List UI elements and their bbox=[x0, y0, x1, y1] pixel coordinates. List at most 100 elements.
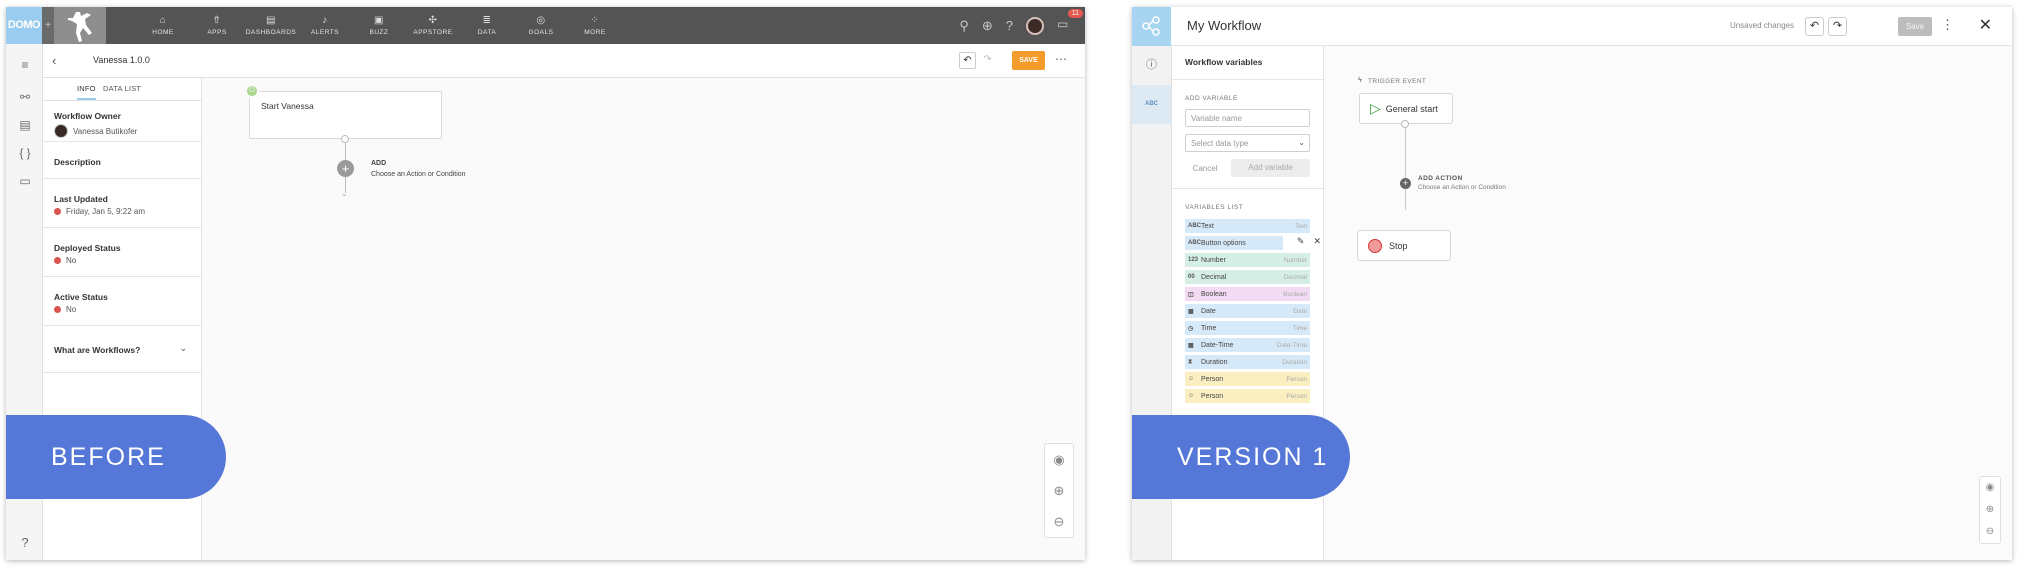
general-start-label: General start bbox=[1385, 103, 1438, 114]
page-title: My Workflow bbox=[1187, 18, 1262, 33]
variable-type-icon: ABC bbox=[1188, 223, 1201, 229]
variable-actions: ✎ ✕ bbox=[1297, 236, 1321, 247]
zoom-in-icon[interactable]: ⊕ bbox=[1980, 499, 2000, 521]
start-node[interactable]: Start Vanessa bbox=[249, 91, 442, 139]
zoom-out-icon[interactable]: ⊖ bbox=[1980, 521, 2000, 543]
nav-apps[interactable]: ⇮ APPS bbox=[190, 7, 244, 44]
add-heading: ADD bbox=[371, 160, 387, 167]
zoom-out-icon[interactable]: ⊖ bbox=[1045, 506, 1073, 537]
hamburger-menu-icon[interactable]: ≡ bbox=[17, 58, 33, 72]
save-button[interactable]: Save bbox=[1898, 17, 1932, 36]
deployed-section: Deployed Status No bbox=[43, 228, 201, 277]
variable-item[interactable]: 00 Decimal Decimal bbox=[1185, 270, 1310, 284]
workflow-icon[interactable]: ⚯ bbox=[17, 90, 33, 104]
notification-badge: 11 bbox=[1067, 8, 1083, 18]
cancel-button[interactable]: Cancel bbox=[1185, 164, 1225, 173]
canvas-controls: ◉ ⊕ ⊖ bbox=[1979, 476, 2001, 544]
delete-x-icon[interactable]: ✕ bbox=[1313, 236, 1321, 247]
search-icon[interactable]: ⚲ bbox=[959, 18, 969, 34]
main-nav: ⌂ HOME ⇮ APPS ▤ DASHBOARDS ♪ ALERTS ▣ BUZZ ✣ A… bbox=[136, 7, 622, 44]
stop-node[interactable]: Stop bbox=[1357, 230, 1451, 261]
undo-button[interactable]: ↶ bbox=[1805, 17, 1824, 36]
variable-name: Button options bbox=[1201, 239, 1246, 247]
nav-dashboards[interactable]: ▤ DASHBOARDS bbox=[244, 7, 298, 44]
info-icon[interactable]: ⓘ bbox=[1132, 46, 1171, 85]
nav-goals[interactable]: ◎ GOALS bbox=[514, 7, 568, 44]
active-row: No bbox=[54, 305, 190, 314]
edit-pencil-icon[interactable]: ✎ bbox=[1297, 236, 1305, 247]
undo-button[interactable]: ↶ bbox=[959, 52, 976, 69]
variable-type: Number bbox=[1283, 256, 1307, 264]
back-arrow-icon[interactable]: ‹ bbox=[52, 53, 56, 68]
nav-appstore[interactable]: ✣ APPSTORE bbox=[406, 7, 460, 44]
variable-item[interactable]: ABC Button options ✎ ✕ bbox=[1185, 236, 1321, 250]
help-circle-icon[interactable]: ? bbox=[1006, 18, 1013, 33]
trigger-event-label: TRIGGER EVENT bbox=[1368, 78, 1427, 85]
appstore-icon: ✣ bbox=[428, 15, 438, 26]
variable-type-icon: ◷ bbox=[1188, 325, 1194, 332]
variable-name: Date bbox=[1201, 307, 1216, 315]
connector-dot bbox=[341, 135, 349, 143]
save-button[interactable]: SAVE bbox=[1012, 51, 1045, 70]
variable-item[interactable]: ☺ Person Person bbox=[1185, 389, 1310, 403]
notifications-icon[interactable]: ▭ 11 bbox=[1057, 8, 1083, 35]
variable-type: Person bbox=[1286, 392, 1307, 400]
data-type-select[interactable]: Select data type ⌄ bbox=[1185, 134, 1310, 152]
stop-icon bbox=[1368, 238, 1382, 253]
domo-logo[interactable]: DOMO bbox=[6, 7, 42, 44]
inbox-icon[interactable]: ▭ bbox=[17, 174, 33, 188]
variable-type-icon: ▦ bbox=[1188, 308, 1194, 315]
variable-item[interactable]: ⧗ Duration Duration bbox=[1185, 355, 1310, 369]
variable-type-icon: 123 bbox=[1188, 257, 1199, 263]
user-avatar[interactable] bbox=[1026, 16, 1044, 35]
variable-item[interactable]: ▦ Date Date bbox=[1185, 304, 1310, 318]
last-updated-value: Friday, Jan 5, 9:22 am bbox=[66, 207, 145, 216]
nav-alerts[interactable]: ♪ ALERTS bbox=[298, 7, 352, 44]
variable-name: Decimal bbox=[1201, 273, 1227, 281]
variable-item[interactable]: ▦ Date-Time Date-Time bbox=[1185, 338, 1310, 352]
add-step-icon[interactable]: + bbox=[337, 160, 354, 177]
data-type-placeholder: Select data type bbox=[1191, 139, 1249, 148]
variable-item[interactable]: 123 Number Number bbox=[1185, 253, 1310, 267]
add-circle-icon[interactable]: ⊕ bbox=[982, 18, 993, 34]
nav-label: APPS bbox=[207, 29, 227, 36]
eye-icon[interactable]: ◉ bbox=[1980, 477, 2000, 499]
zoom-in-icon[interactable]: ⊕ bbox=[1045, 475, 1073, 506]
dashboard-icon: ▤ bbox=[266, 15, 276, 26]
close-icon[interactable]: ✕ bbox=[1979, 15, 1992, 35]
help-icon[interactable]: ? bbox=[16, 535, 34, 553]
list-icon[interactable]: ▤ bbox=[17, 118, 33, 132]
what-are-workflows-accordion[interactable]: What are Workflows? ⌄ bbox=[43, 326, 201, 373]
nav-buzz[interactable]: ▣ BUZZ bbox=[352, 7, 406, 44]
variable-item[interactable]: ☺ Person Person bbox=[1185, 372, 1310, 386]
nav-more[interactable]: ⁘ MORE bbox=[568, 7, 622, 44]
tab-info[interactable]: INFO bbox=[77, 84, 96, 100]
add-variable-button[interactable]: Add variable bbox=[1231, 159, 1310, 177]
workflow-canvas: Start Vanessa ⏻ + ⌄ ADD Choose an Action… bbox=[202, 78, 1085, 560]
plus-icon[interactable]: + bbox=[42, 7, 54, 44]
chat-icon: ▣ bbox=[374, 15, 384, 26]
nav-label: GOALS bbox=[528, 29, 554, 36]
variable-item[interactable]: ABC Text Text bbox=[1185, 219, 1310, 233]
add-action-icon[interactable]: + bbox=[1400, 178, 1411, 189]
tab-data-list[interactable]: DATA LIST bbox=[103, 84, 141, 93]
variable-item[interactable]: ◷ Time Time bbox=[1185, 321, 1310, 335]
eye-icon[interactable]: ◉ bbox=[1045, 444, 1073, 475]
deployed-heading: Deployed Status bbox=[54, 243, 121, 253]
variables-tab[interactable]: ABC bbox=[1132, 85, 1171, 124]
variable-name-input[interactable]: Variable name bbox=[1185, 109, 1310, 127]
variable-type-icon: ABC bbox=[1188, 240, 1201, 246]
nav-home[interactable]: ⌂ HOME bbox=[136, 7, 190, 44]
variable-type-icon: ◫ bbox=[1188, 291, 1194, 298]
more-options-icon[interactable]: ⋮ bbox=[1941, 17, 1954, 33]
more-options-icon[interactable]: ⋯ bbox=[1055, 52, 1067, 66]
braces-icon[interactable]: { } bbox=[17, 146, 33, 160]
variable-type-icon: 00 bbox=[1188, 274, 1195, 280]
nav-label: DASHBOARDS bbox=[245, 29, 297, 36]
redo-button[interactable]: ↷ bbox=[1828, 17, 1847, 36]
redo-button[interactable]: ↷ bbox=[979, 52, 996, 69]
variable-item[interactable]: ◫ Boolean Boolean bbox=[1185, 287, 1310, 301]
variable-name: Date-Time bbox=[1201, 341, 1234, 349]
workflow-canvas: ϟ TRIGGER EVENT ▷ General start + ADD AC… bbox=[1324, 46, 2012, 560]
nav-data[interactable]: ≣ DATA bbox=[460, 7, 514, 44]
